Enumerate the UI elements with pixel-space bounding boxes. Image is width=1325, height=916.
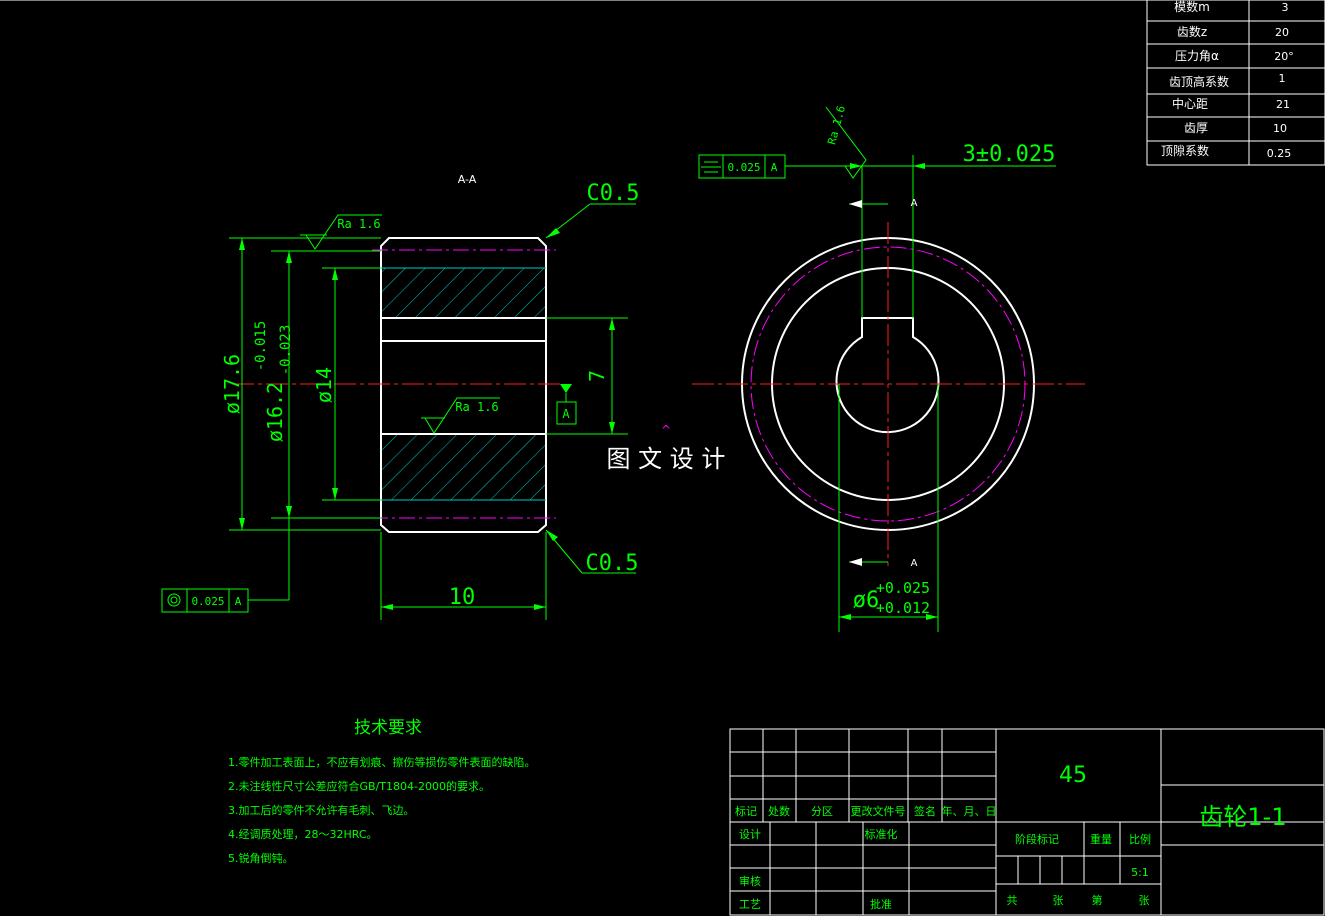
param-label-teeth: 齿数z	[1177, 24, 1207, 39]
chamfer-top-label: C0.5	[587, 181, 640, 206]
scale-value: 5:1	[1131, 866, 1149, 879]
cursor-mark: ^	[661, 423, 671, 437]
param-label-addendum: 齿顶高系数	[1169, 74, 1229, 89]
param-value-thickness: 10	[1273, 122, 1287, 135]
param-label-center-distance: 中心距	[1172, 96, 1208, 111]
roughness-bore-label: Ra 1.6	[455, 400, 498, 414]
label-weight: 重量	[1090, 832, 1112, 846]
technical-requirements: 技术要求 1.零件加工表面上，不应有划痕、擦伤等损伤零件表面的缺陷。 2.未注线…	[228, 718, 536, 865]
drawing-canvas: 模数m 3 齿数z 20 压力角α 20° 齿顶高系数 1 中心距 21 齿厚 …	[0, 0, 1325, 916]
header-doc: 更改文件号	[851, 804, 906, 818]
section-view-a-a: A-A ø17.6 ø16.2 -0.015 -0.023 ø14 7 A 10…	[161, 173, 640, 620]
part-name: 齿轮1-1	[1199, 803, 1286, 831]
hatch-upper	[381, 268, 546, 318]
param-label-clearance: 顶隙系数	[1161, 143, 1209, 158]
tech-title: 技术要求	[354, 718, 422, 738]
param-value-clearance: 0.25	[1267, 147, 1292, 160]
header-sign: 签名	[914, 804, 936, 818]
roughness-top-label: Ra 1.6	[337, 217, 380, 231]
param-value-module: 3	[1282, 1, 1289, 14]
symmetry-tolerance: 0.025	[727, 161, 760, 174]
param-label-thickness: 齿厚	[1184, 121, 1208, 135]
datum-a-symbol: A	[562, 407, 570, 421]
param-value-teeth: 20	[1275, 26, 1289, 39]
dim-bore-tol-upper: +0.025	[876, 579, 930, 597]
tech-note-1: 1.零件加工表面上，不应有划痕、擦伤等损伤零件表面的缺陷。	[228, 755, 536, 769]
label-sheets-total: 张	[1053, 894, 1064, 907]
label-design: 设计	[739, 828, 761, 841]
label-process: 工艺	[739, 898, 761, 911]
param-value-pressure-angle: 20°	[1274, 50, 1294, 63]
section-mark-bottom: A	[911, 558, 918, 569]
dim-bore-tol-lower: +0.012	[876, 599, 930, 617]
tech-note-4: 4.经调质处理，28～32HRC。	[228, 828, 378, 841]
param-label-pressure-angle: 压力角α	[1175, 49, 1219, 63]
dim-bore-diameter: ø14	[312, 367, 336, 403]
tech-note-3: 3.加工后的零件不允许有毛刺、飞边。	[228, 803, 415, 817]
symmetry-datum: A	[771, 161, 778, 174]
chamfer-bottom-label: C0.5	[586, 551, 639, 576]
dim-root-tol-lower: -0.023	[278, 325, 294, 376]
param-label-module: 模数m	[1174, 0, 1210, 14]
dim-width: 10	[449, 585, 476, 610]
section-mark-top: A	[911, 198, 918, 209]
header-date: 年、月、日	[942, 804, 997, 818]
dim-root-diameter: ø16.2	[263, 382, 287, 442]
label-scale: 比例	[1129, 832, 1151, 846]
label-review: 审核	[739, 874, 761, 888]
tech-note-2: 2.未注线性尺寸公差应符合GB/T1804-2000的要求。	[228, 779, 490, 793]
title-block: 45 齿轮1-1 标记 处数 分区 更改文件号 签名 年、月、日 设计 标准化 …	[729, 728, 1325, 916]
header-mark: 标记	[735, 804, 757, 818]
dim-root-tol-upper: -0.015	[253, 321, 269, 372]
dim-seven: 7	[585, 370, 609, 382]
dim-outer-diameter: ø17.6	[220, 354, 244, 414]
front-view: 3±0.025 A A ø6 +0.025 +0.012 0.025 A Ra …	[692, 104, 1085, 632]
param-value-addendum: 1	[1279, 72, 1286, 85]
label-standard: 标准化	[865, 827, 898, 841]
dim-keyway-width: 3±0.025	[963, 142, 1056, 167]
gear-parameter-table: 模数m 3 齿数z 20 压力角α 20° 齿顶高系数 1 中心距 21 齿厚 …	[1146, 0, 1325, 166]
label-approve: 批准	[870, 897, 892, 911]
header-zone: 分区	[811, 805, 833, 818]
coaxiality-icon	[167, 593, 181, 607]
section-label: A-A	[458, 173, 477, 186]
label-total: 共	[1007, 894, 1018, 907]
label-stage: 阶段标记	[1015, 832, 1059, 846]
header-count: 处数	[768, 805, 790, 818]
coaxiality-tolerance: 0.025	[191, 595, 224, 608]
param-value-center-distance: 21	[1276, 98, 1290, 111]
hatch-lower	[381, 434, 546, 500]
label-sheets-nth: 张	[1139, 894, 1150, 907]
tech-note-5: 5.锐角倒钝。	[228, 851, 294, 865]
coaxiality-datum: A	[235, 595, 242, 608]
label-nth: 第	[1092, 893, 1103, 907]
watermark: 图 文 设 计	[607, 445, 726, 473]
material-value: 45	[1059, 763, 1087, 788]
